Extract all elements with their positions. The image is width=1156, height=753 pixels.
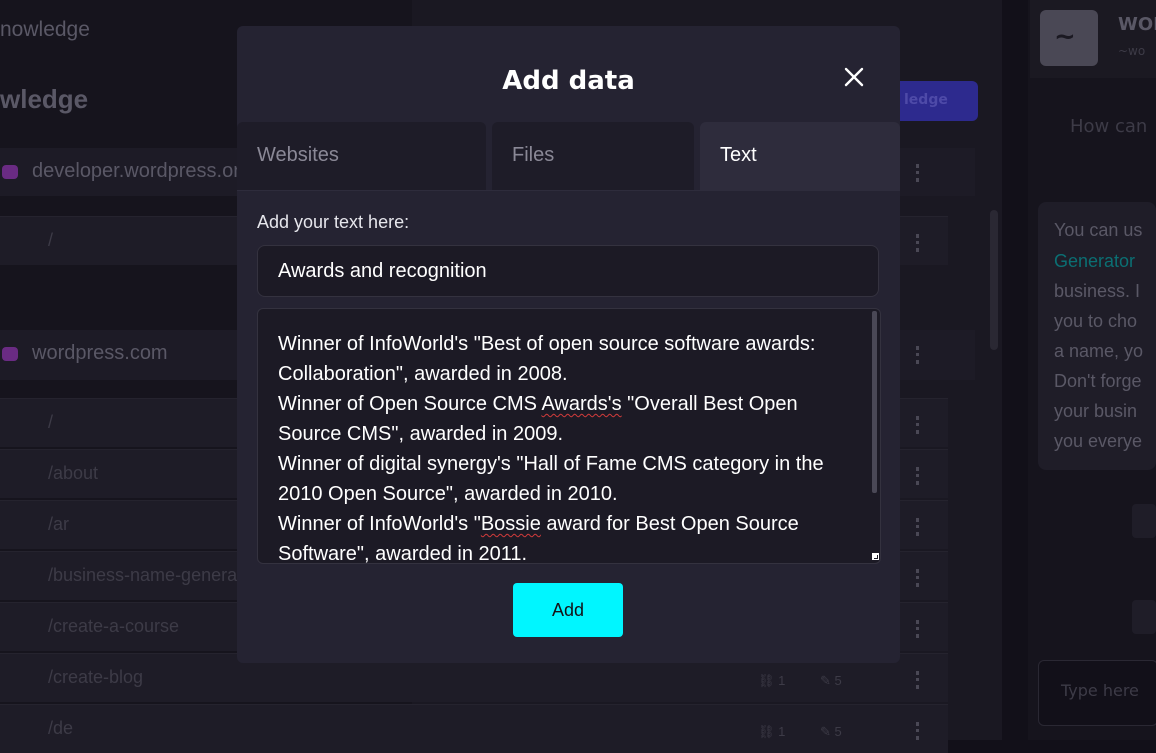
chatbot-subtitle: ~wo xyxy=(1118,44,1146,58)
kebab-menu-icon[interactable] xyxy=(916,671,923,689)
chat-line: business. I xyxy=(1054,281,1141,301)
tab-divider xyxy=(237,190,900,191)
chat-line: your busin xyxy=(1054,401,1138,421)
text-body-content: Winner of InfoWorld's "Best of open sour… xyxy=(278,329,850,564)
tab-text[interactable]: Text xyxy=(700,122,900,190)
chat-line: you to cho xyxy=(1054,311,1138,331)
chat-line: Don't forge xyxy=(1054,371,1142,391)
site-path: /create-blog xyxy=(48,667,144,687)
site-favicon-icon xyxy=(2,165,18,179)
text-paragraph: Winner of InfoWorld's "Best of open sour… xyxy=(278,333,816,385)
modal-title: Add data xyxy=(502,66,635,96)
tab-websites[interactable]: Websites xyxy=(237,122,486,190)
kebab-menu-icon[interactable] xyxy=(916,722,923,740)
resize-handle-icon[interactable] xyxy=(872,553,879,560)
kebab-menu-icon[interactable] xyxy=(916,416,923,434)
site-name: developer.wordpress.org xyxy=(32,160,252,182)
chat-input[interactable]: Type here xyxy=(1038,660,1156,726)
site-path: / xyxy=(48,230,54,250)
close-button[interactable] xyxy=(839,62,869,92)
text-paragraph: Winner of InfoWorld's "Bossie award for … xyxy=(278,513,799,564)
page-count: ✎ 5 xyxy=(820,724,842,739)
textarea-scrollbar[interactable] xyxy=(872,311,877,493)
text-body-textarea[interactable]: Winner of InfoWorld's "Best of open sour… xyxy=(257,308,881,564)
chat-line: You can us xyxy=(1054,220,1143,240)
site-favicon-icon xyxy=(2,347,18,361)
kebab-menu-icon[interactable] xyxy=(916,620,923,638)
site-path: /business-name-generator xyxy=(48,565,259,585)
chat-link[interactable]: Generator xyxy=(1054,251,1135,272)
link-count: ⛓ 1 xyxy=(758,724,786,739)
knowledge-title: nowledge xyxy=(0,18,90,41)
chat-suggestion[interactable] xyxy=(1132,504,1156,538)
kebab-menu-icon[interactable] xyxy=(916,518,923,536)
text-paragraph: Winner of Open Source CMS Awards's "Over… xyxy=(278,393,798,445)
misspelled-word: Bossie xyxy=(480,513,541,535)
chatbot-name: WOR xyxy=(1118,14,1156,35)
site-path: /ar xyxy=(48,514,70,534)
text-field-label: Add your text here: xyxy=(257,212,410,232)
tab-label: Websites xyxy=(257,144,339,166)
tab-files[interactable]: Files xyxy=(492,122,694,190)
chat-line: a name, yo xyxy=(1054,341,1144,361)
chatbot-logo-icon: ~ xyxy=(1040,10,1098,66)
chat-suggestion[interactable] xyxy=(1132,600,1156,634)
kebab-menu-icon[interactable] xyxy=(916,569,923,587)
chat-message-bubble xyxy=(1038,202,1156,470)
text-title-input[interactable] xyxy=(257,245,879,297)
content-scrollbar[interactable] xyxy=(990,210,998,350)
tab-label: Text xyxy=(720,144,757,166)
site-path: / xyxy=(48,412,54,432)
data-source-tabs: Websites Files Text xyxy=(237,122,900,190)
kebab-menu-icon[interactable] xyxy=(916,234,923,252)
site-path: /about xyxy=(48,463,99,483)
knowledge-heading: wledge xyxy=(0,84,89,114)
close-icon xyxy=(844,67,864,87)
add-data-modal: Add data Websites Files Text Add your te… xyxy=(237,26,900,663)
kebab-menu-icon[interactable] xyxy=(916,467,923,485)
chat-line: you everye xyxy=(1054,431,1143,451)
chat-hint: How can xyxy=(1070,116,1148,137)
link-count: ⛓ 1 xyxy=(758,673,786,688)
table-row[interactable] xyxy=(0,704,948,753)
site-name: wordpress.com xyxy=(32,342,168,364)
site-path: /de xyxy=(48,718,74,738)
kebab-menu-icon[interactable] xyxy=(916,164,923,182)
text-paragraph: Winner of digital synergy's "Hall of Fam… xyxy=(278,453,824,505)
add-button[interactable]: Add xyxy=(513,583,623,637)
tab-label: Files xyxy=(512,144,555,166)
misspelled-word: Awards's xyxy=(541,393,622,415)
page-count: ✎ 5 xyxy=(820,673,842,688)
site-path: /create-a-course xyxy=(48,616,180,636)
add-knowledge-button[interactable]: ledge xyxy=(890,81,978,121)
kebab-menu-icon[interactable] xyxy=(916,346,923,364)
